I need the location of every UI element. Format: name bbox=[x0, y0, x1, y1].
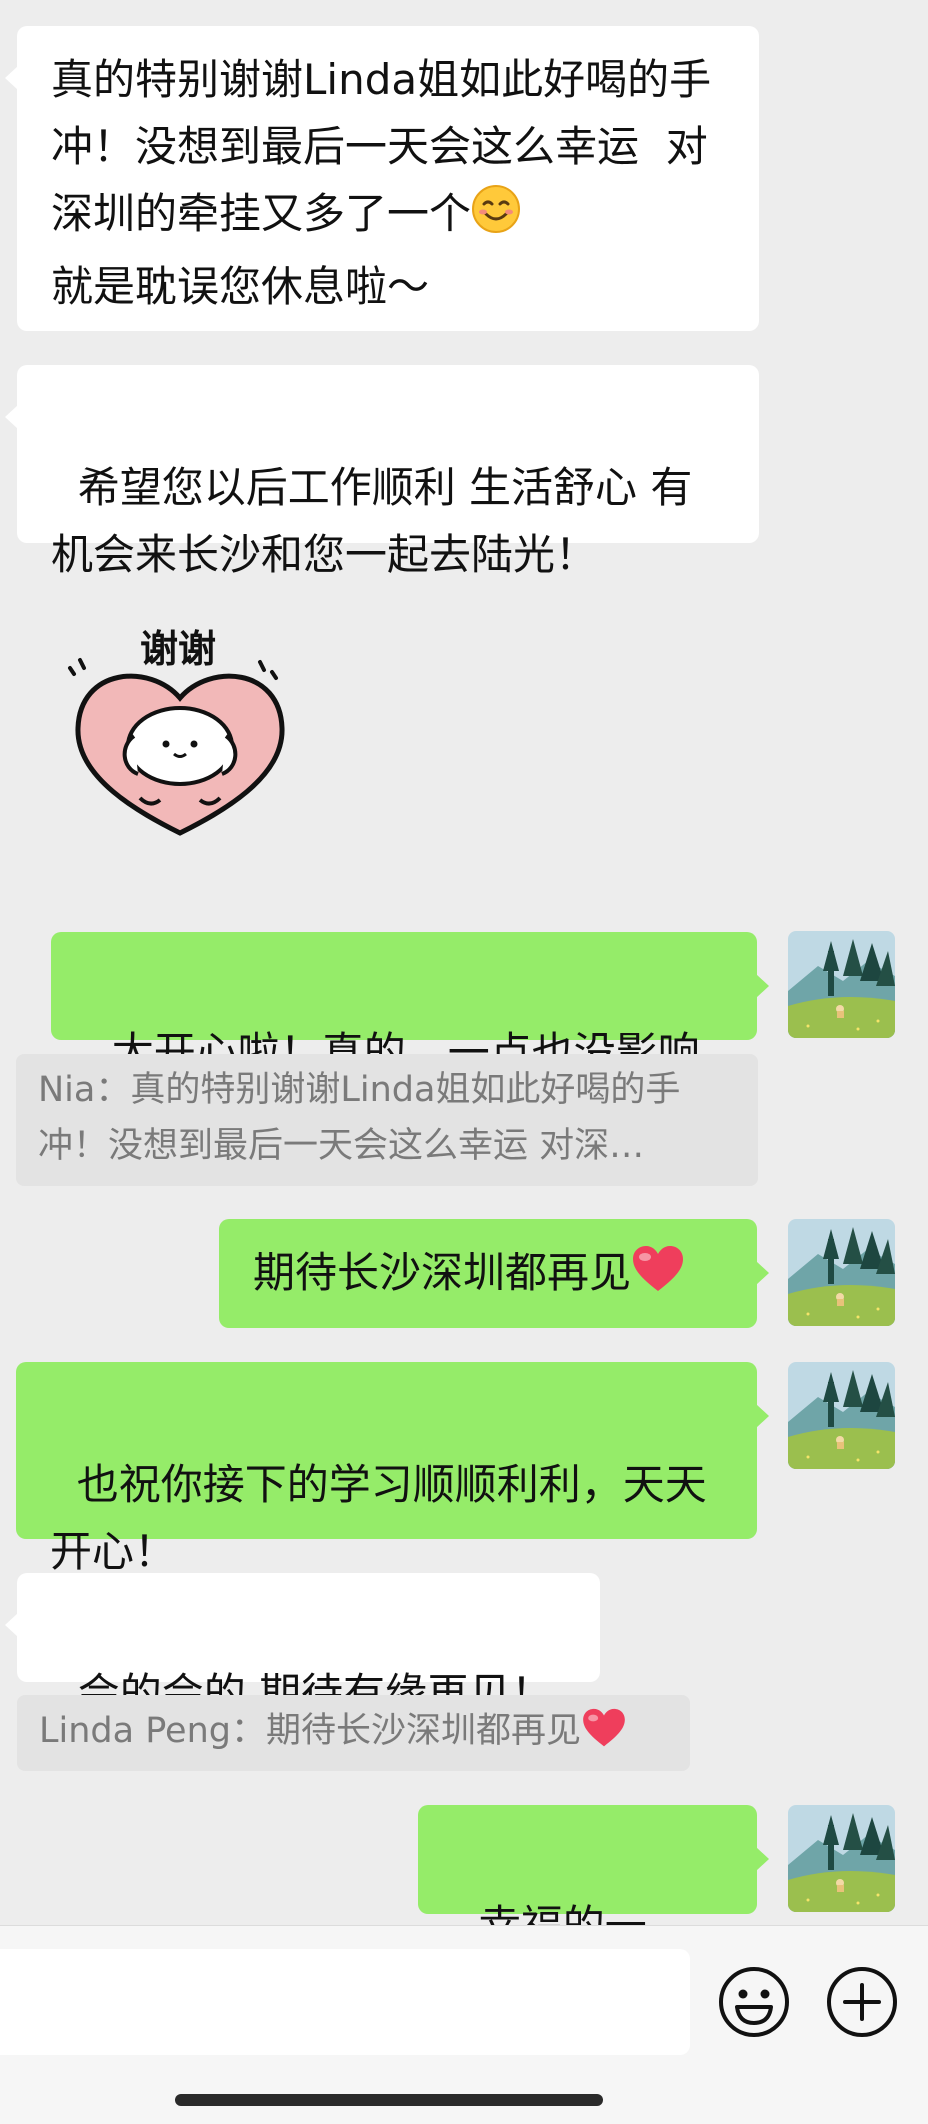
sticker-text: 谢谢 bbox=[140, 628, 216, 671]
avatar[interactable] bbox=[788, 931, 895, 1038]
smiling-face-emoji bbox=[471, 184, 521, 253]
home-indicator[interactable] bbox=[175, 2094, 603, 2106]
message-text: 期待长沙深圳都再见 bbox=[253, 1248, 632, 1297]
message-bubble-outgoing[interactable]: 也祝你接下的学习顺顺利利，天天开心！ bbox=[16, 1362, 769, 1576]
thanks-sticker[interactable]: 谢谢 bbox=[60, 627, 300, 848]
avatar[interactable] bbox=[788, 1219, 895, 1326]
message-input[interactable] bbox=[0, 1949, 690, 2055]
red-heart-emoji bbox=[631, 1245, 685, 1312]
avatar[interactable] bbox=[788, 1362, 895, 1469]
message-text: 真的特别谢谢Linda姐如此好喝的手冲！没想到最后一天会这么幸运 对深圳的牵挂又… bbox=[51, 55, 712, 238]
message-bubble-outgoing[interactable]: 太开心啦！真的，一点也没影响 bbox=[51, 932, 769, 1077]
message-bubble-incoming[interactable]: 会的会的 期待有缘再见！ bbox=[5, 1573, 600, 1718]
message-bubble-incoming[interactable]: 真的特别谢谢Linda姐如此好喝的手冲！没想到最后一天会这么幸运 对深圳的牵挂又… bbox=[5, 26, 759, 331]
quote-text: Linda Peng：期待长沙深圳都再见 bbox=[39, 1711, 581, 1751]
message-text: 也祝你接下的学习顺顺利利，天天开心！ bbox=[50, 1460, 707, 1576]
smiley-face-icon[interactable] bbox=[717, 1965, 791, 2039]
message-bubble-incoming[interactable]: 希望您以后工作顺利 生活舒心 有机会来长沙和您一起去陆光！ bbox=[5, 365, 759, 579]
message-text-after: 就是耽误您休息啦～ bbox=[51, 262, 430, 311]
message-bubble-outgoing[interactable]: 幸福的一天！ bbox=[418, 1805, 769, 2017]
quoted-message[interactable]: Linda Peng：期待长沙深圳都再见 bbox=[17, 1695, 690, 1771]
message-bubble-outgoing[interactable]: 期待长沙深圳都再见 bbox=[219, 1219, 769, 1328]
quote-text: Nia：真的特别谢谢Linda姐如此好喝的手冲！没想到最后一天会这么幸运 对深… bbox=[38, 1070, 681, 1166]
input-bar bbox=[0, 1925, 928, 2124]
red-heart-emoji bbox=[581, 1708, 627, 1765]
message-text: 希望您以后工作顺利 生活舒心 有机会来长沙和您一起去陆光！ bbox=[51, 463, 693, 579]
plus-circle-icon[interactable] bbox=[825, 1965, 899, 2039]
quoted-message[interactable]: Nia：真的特别谢谢Linda姐如此好喝的手冲！没想到最后一天会这么幸运 对深… bbox=[16, 1054, 758, 1186]
avatar[interactable] bbox=[788, 1805, 895, 1912]
